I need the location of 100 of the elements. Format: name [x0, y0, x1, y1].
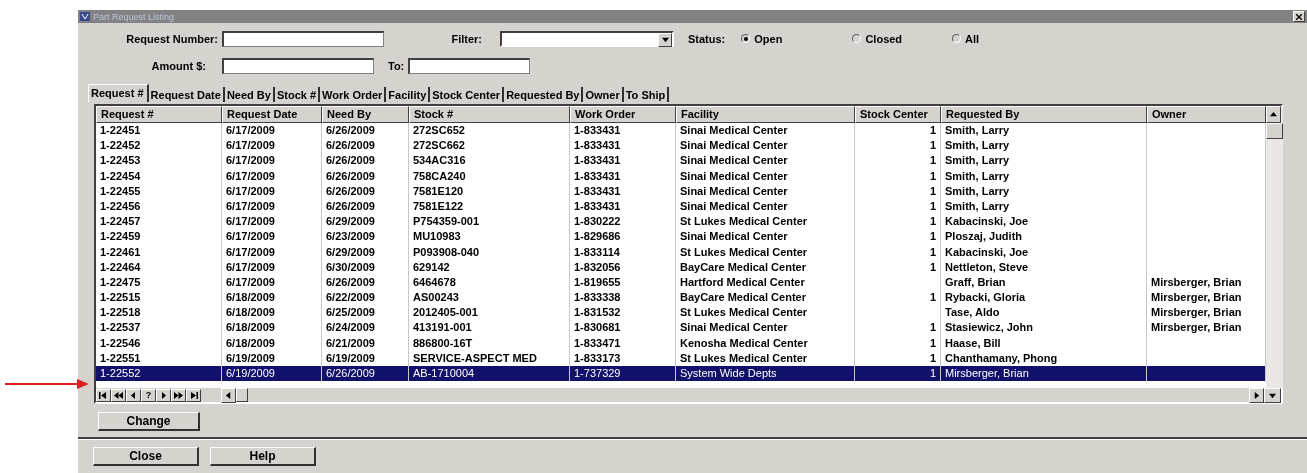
double-right-icon: [174, 391, 183, 399]
column-header[interactable]: Owner: [1147, 106, 1266, 123]
table-cell: 1-22453: [96, 153, 222, 169]
skip-first-icon: [99, 391, 108, 399]
table-cell: 1: [855, 259, 941, 275]
table-cell: 6/17/2009: [222, 153, 322, 169]
field-label: Amount $:: [150, 59, 207, 72]
amount-to-field[interactable]: [408, 57, 531, 74]
app-icon: [80, 12, 90, 21]
table-cell: 6/18/2009: [222, 335, 322, 351]
up-arrow-icon: [1270, 111, 1277, 118]
last-record-button[interactable]: [186, 388, 201, 402]
request-number-field[interactable]: [222, 30, 384, 47]
table-cell: 6/24/2009: [322, 320, 409, 336]
table-cell: 1: [855, 229, 941, 245]
column-header[interactable]: Work Order: [570, 106, 676, 123]
previous-page-button[interactable]: [111, 388, 126, 402]
table-cell: Ploszaj, Judith: [941, 229, 1147, 245]
table-cell: 6/17/2009: [222, 259, 322, 275]
first-record-button[interactable]: [96, 388, 111, 402]
record-number-button[interactable]: ?: [141, 388, 156, 402]
radio-button[interactable]: [741, 34, 751, 43]
column-header[interactable]: Need By: [322, 106, 409, 123]
filter-dropdown[interactable]: [500, 30, 674, 47]
table-cell: 1-22537: [96, 320, 222, 336]
table-cell: 7581E120: [409, 183, 570, 199]
radio-label: Open: [754, 32, 783, 45]
left-arrow-icon: [129, 391, 138, 399]
table-cell: 6/26/2009: [322, 153, 409, 169]
sort-tab[interactable]: Request #: [88, 84, 149, 102]
table-cell: 1-829686: [570, 229, 676, 245]
table-cell: 1-833471: [570, 335, 676, 351]
scroll-thumb[interactable]: [1266, 123, 1283, 139]
next-record-button[interactable]: [156, 388, 171, 402]
column-header[interactable]: Stock Center: [855, 106, 941, 123]
change-button[interactable]: Change: [98, 412, 200, 431]
sort-tab[interactable]: Request Date: [148, 87, 225, 102]
table-row[interactable]: 1-22552 6/19/2009 6/26/2009 AB-1710004 1-737329 System Wide Depts 1 Mirsberger, Brian: [96, 366, 1266, 382]
sort-tab[interactable]: Owner: [583, 87, 624, 102]
sort-tab[interactable]: Stock Center: [430, 87, 505, 102]
column-header[interactable]: Request #: [96, 106, 222, 123]
column-header[interactable]: Facility: [676, 106, 855, 123]
table-cell: 1-833431: [570, 168, 676, 184]
table-cell: Smith, Larry: [941, 153, 1147, 169]
table-cell: BayCare Medical Center: [676, 259, 855, 275]
field-label: Request Number:: [125, 32, 219, 45]
close-button[interactable]: Close: [93, 447, 199, 466]
table-cell: 1-22459: [96, 229, 222, 245]
table-cell: 1-833431: [570, 183, 676, 199]
sort-tab[interactable]: Facility: [386, 87, 431, 102]
table-cell: 6/26/2009: [322, 366, 409, 382]
double-left-icon: [114, 391, 123, 399]
table-cell: 6/26/2009: [322, 168, 409, 184]
table-cell: P093908-040: [409, 244, 570, 260]
table-cell: MU10983: [409, 229, 570, 245]
radio-label: All: [965, 32, 980, 45]
scroll-up-button[interactable]: [1266, 106, 1281, 123]
scroll-right-button[interactable]: [1249, 387, 1264, 403]
sort-tab[interactable]: Need By: [224, 87, 275, 102]
column-header[interactable]: Requested By: [941, 106, 1147, 123]
table-cell: 1-22464: [96, 259, 222, 275]
left-arrow-icon: [225, 391, 232, 399]
table-cell: 1-22552: [96, 366, 222, 382]
radio-button[interactable]: [852, 34, 862, 43]
field-label: Status:: [688, 32, 727, 45]
right-arrow-icon: [1253, 391, 1260, 399]
scroll-thumb[interactable]: [236, 388, 248, 402]
radio-button[interactable]: [952, 34, 962, 43]
table-cell: 1-22546: [96, 335, 222, 351]
table-cell: 6/17/2009: [222, 244, 322, 260]
table-cell: AB-1710004: [409, 366, 570, 382]
table-cell: Smith, Larry: [941, 168, 1147, 184]
table-cell: Nettleton, Steve: [941, 259, 1147, 275]
table-cell: 6/18/2009: [222, 320, 322, 336]
table-cell: Sinai Medical Center: [676, 320, 855, 336]
field-label: To:: [388, 59, 406, 72]
table-cell: Stasiewicz, John: [941, 320, 1147, 336]
table-cell: 1: [855, 183, 941, 199]
sort-tab[interactable]: Requested By: [504, 87, 584, 102]
help-button[interactable]: Help: [210, 447, 316, 466]
radio-label: Closed: [865, 32, 903, 45]
sort-tab[interactable]: Work Order: [320, 87, 387, 102]
close-icon[interactable]: [1293, 11, 1305, 22]
table-cell: 1-22454: [96, 168, 222, 184]
table-cell: 534AC316: [409, 153, 570, 169]
next-page-button[interactable]: [171, 388, 186, 402]
table-cell: 413191-001: [409, 320, 570, 336]
previous-record-button[interactable]: [126, 388, 141, 402]
table-cell: 1: [855, 320, 941, 336]
amount-from-field[interactable]: [222, 57, 374, 74]
table-cell: St Lukes Medical Center: [676, 244, 855, 260]
pointer-arrow-icon: [5, 378, 89, 390]
scroll-left-button[interactable]: [221, 387, 236, 403]
table-cell: 6/26/2009: [322, 183, 409, 199]
column-header[interactable]: Stock #: [409, 106, 570, 123]
column-header[interactable]: Request Date: [222, 106, 322, 123]
down-arrow-icon: [1269, 391, 1276, 399]
sort-tab[interactable]: Stock #: [274, 87, 321, 102]
table-cell: 6/17/2009: [222, 183, 322, 199]
sort-tab[interactable]: To Ship: [623, 87, 670, 102]
